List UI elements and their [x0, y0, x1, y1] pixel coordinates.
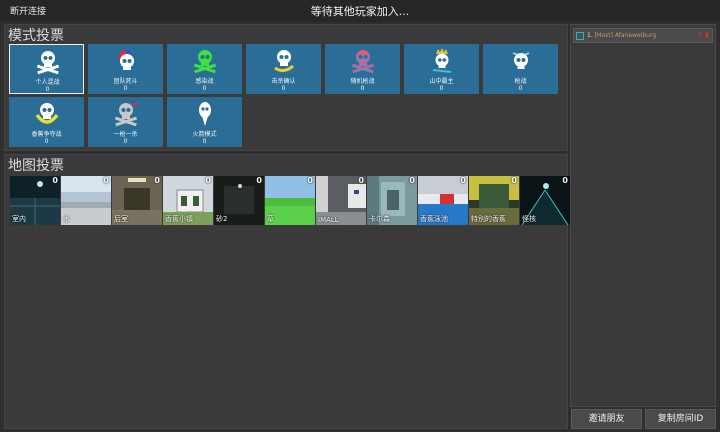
- mode-name: 枪战: [514, 78, 527, 85]
- skull-crown-icon: [404, 48, 479, 74]
- mode-tile-gun-game[interactable]: 枪战 0: [483, 44, 558, 94]
- map-vote-count: 0: [307, 176, 313, 185]
- map-name: 香蕉泳池: [420, 215, 448, 223]
- map-vote-count: 0: [103, 176, 109, 185]
- map-name: 特别的香蕉: [471, 215, 506, 223]
- skull-green-icon: [167, 48, 242, 74]
- mode-vote-count: 0: [123, 85, 128, 92]
- skull-gradient-icon: [325, 48, 400, 74]
- skull-banana-icon: [9, 101, 84, 127]
- rocket-skull-icon: [167, 101, 242, 127]
- mode-name: 火箭模式: [192, 131, 217, 138]
- map-tile-water[interactable]: 0 水: [61, 176, 111, 225]
- map-tile-weirdcore[interactable]: 0 怪核: [520, 176, 570, 225]
- mode-vote-count: 0: [123, 138, 128, 145]
- mode-vote-count: 0: [202, 85, 207, 92]
- map-vote-count: 0: [511, 176, 517, 185]
- skull-crossbones-icon: [10, 49, 85, 75]
- waiting-status: 等待其他玩家加入...: [310, 5, 410, 18]
- map-vote-panel: 地图投票 0 室内 0 水 0 后室 0 香蕉小镇 0 砂2 0 草 0 IMA…: [4, 154, 570, 429]
- skull-red-blue-icon: [88, 48, 163, 74]
- mode-name: 山中霸主: [429, 78, 454, 85]
- mode-tile-random-gun[interactable]: 随机枪战 0: [325, 44, 400, 94]
- mode-vote-count: 0: [45, 86, 50, 93]
- player-status-icon: ✕ ▮: [697, 31, 709, 39]
- mode-vote-panel: 模式投票 个人混战 0 团队死斗 0 感染战 0 击杀确认 0 随机枪战 0 山…: [4, 24, 568, 151]
- map-vote-count: 0: [409, 176, 415, 185]
- mode-name: 香蕉争夺战: [31, 131, 62, 138]
- mode-name: 击杀确认: [271, 78, 296, 85]
- map-vote-count: 0: [358, 176, 364, 185]
- map-tile-indoor[interactable]: 0 室内: [10, 176, 60, 225]
- map-tile-sand2[interactable]: 0 砂2: [214, 176, 264, 225]
- mode-tile-ffa[interactable]: 个人混战 0: [9, 44, 84, 94]
- map-vote-title: 地图投票: [8, 158, 64, 174]
- mode-vote-count: 0: [360, 85, 365, 92]
- skull-crosshair-icon: [88, 101, 163, 127]
- map-tile-grass[interactable]: 0 草: [265, 176, 315, 225]
- invite-friends-button[interactable]: 邀请朋友: [571, 409, 642, 429]
- skull-gun-icon: [483, 48, 558, 74]
- map-tile-carlson[interactable]: 0 卡尔森: [367, 176, 417, 225]
- mode-tile-banana-grab[interactable]: 香蕉争夺战 0: [9, 97, 84, 147]
- mode-tile-kill-confirmed[interactable]: 击杀确认 0: [246, 44, 321, 94]
- mode-vote-count: 0: [281, 85, 286, 92]
- map-tile-special-banana[interactable]: 0 特别的香蕉: [469, 176, 519, 225]
- mode-name: 个人混战: [35, 79, 60, 86]
- mode-tile-tdm[interactable]: 团队死斗 0: [88, 44, 163, 94]
- map-name: 砂2: [216, 215, 228, 223]
- map-vote-count: 0: [205, 176, 211, 185]
- mode-vote-count: 0: [44, 138, 49, 145]
- map-name: 水: [63, 215, 70, 223]
- map-name: 香蕉小镇: [165, 215, 193, 223]
- map-name: IMALL: [318, 216, 339, 224]
- map-vote-count: 0: [562, 176, 568, 185]
- mode-tile-one-shot[interactable]: 一枪一杀 0: [88, 97, 163, 147]
- mode-vote-count: 0: [439, 85, 444, 92]
- mode-name: 团队死斗: [113, 78, 138, 85]
- player-list-panel: 1. [Host] Afaneweiburg ✕ ▮: [570, 24, 716, 407]
- map-name: 卡尔森: [369, 215, 390, 223]
- map-name: 后室: [114, 215, 128, 223]
- avatar: [576, 32, 584, 40]
- map-vote-count: 0: [256, 176, 262, 185]
- map-name: 怪核: [522, 215, 536, 223]
- map-vote-count: 0: [52, 176, 58, 185]
- mode-tile-rocket[interactable]: 火箭模式 0: [167, 97, 242, 147]
- mode-vote-count: 0: [518, 85, 523, 92]
- mode-name: 一枪一杀: [113, 131, 138, 138]
- map-name: 草: [267, 215, 274, 223]
- mode-vote-title: 模式投票: [8, 28, 64, 44]
- mode-name: 随机枪战: [350, 78, 375, 85]
- map-tile-backrooms[interactable]: 0 后室: [112, 176, 162, 225]
- skull-yellow-icon: [246, 48, 321, 74]
- map-tile-imall[interactable]: 0 IMALL: [316, 176, 366, 225]
- mode-name: 感染战: [195, 78, 214, 85]
- map-vote-count: 0: [154, 176, 160, 185]
- top-bar: 断开连接 等待其他玩家加入...: [0, 0, 720, 22]
- mode-tile-infection[interactable]: 感染战 0: [167, 44, 242, 94]
- map-vote-count: 0: [460, 176, 466, 185]
- player-number: 1.: [587, 32, 593, 39]
- map-name: 室内: [12, 215, 26, 223]
- player-name: [Host] Afaneweiburg: [594, 32, 657, 39]
- mode-vote-count: 0: [202, 138, 207, 145]
- map-tile-banana-pool[interactable]: 0 香蕉泳池: [418, 176, 468, 225]
- mode-tile-king-of-hill[interactable]: 山中霸主 0: [404, 44, 479, 94]
- map-tile-banana-town[interactable]: 0 香蕉小镇: [163, 176, 213, 225]
- player-row[interactable]: 1. [Host] Afaneweiburg ✕ ▮: [573, 28, 713, 43]
- player-label: 1. [Host] Afaneweiburg: [587, 32, 656, 39]
- copy-room-id-button[interactable]: 复制房间ID: [645, 409, 716, 429]
